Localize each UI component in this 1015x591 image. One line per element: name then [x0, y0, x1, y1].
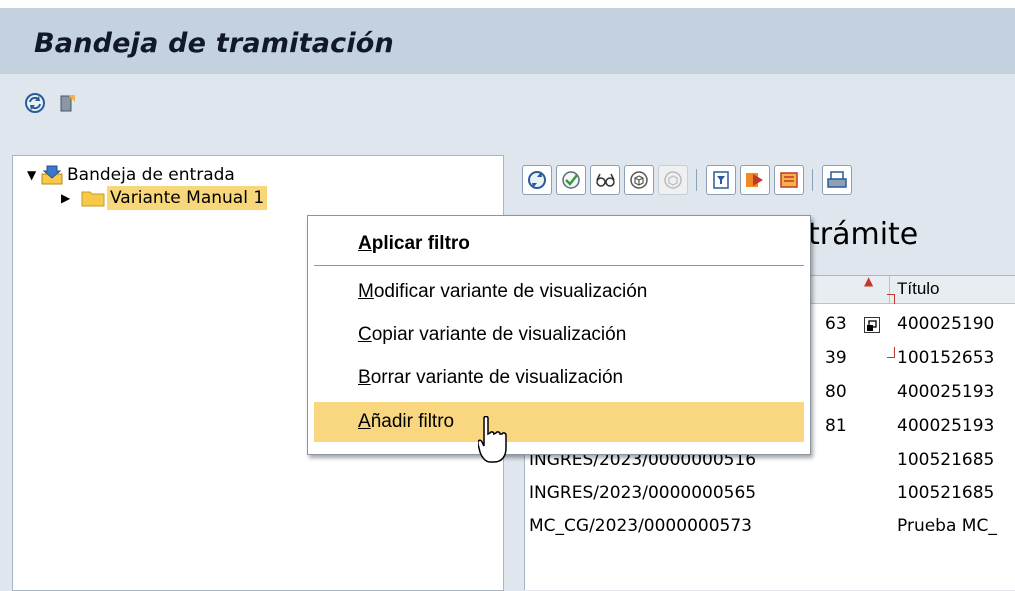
menu-item-borrar-variante[interactable]: Borrar variante de visualización: [314, 358, 804, 398]
inbox-icon: [41, 165, 63, 185]
object-disabled-button[interactable]: [658, 165, 688, 195]
cell-id: 81: [825, 416, 847, 436]
expand-right-icon[interactable]: ▶: [61, 186, 70, 210]
cell-id: 63: [825, 314, 847, 334]
cell-id: INGRES/2023/0000000565: [529, 483, 757, 503]
cube-icon: [630, 171, 648, 189]
menu-item-label: ñadir filtro: [370, 411, 455, 432]
cell-title: 400025193: [897, 382, 995, 402]
exit-icon[interactable]: [56, 92, 78, 114]
context-menu: Aplicar filtro Modificar variante de vis…: [307, 215, 811, 455]
filter-button[interactable]: [706, 165, 736, 195]
menu-item-aplicar-filtro[interactable]: Aplicar filtro: [314, 224, 804, 264]
cell-title: 100152653: [897, 348, 995, 368]
value-help-icon[interactable]: [864, 317, 880, 333]
cell-id: 39: [825, 348, 847, 368]
glasses-icon: [596, 173, 615, 187]
menu-item-label: opiar variante de visualización: [371, 324, 627, 345]
display-button[interactable]: [590, 165, 620, 195]
object-button[interactable]: [624, 165, 654, 195]
focus-corner: [887, 357, 895, 358]
focus-corner: [894, 347, 895, 357]
hand-cursor-icon: [478, 416, 507, 463]
grid-toolbar: [518, 155, 1015, 205]
refresh-icon: [528, 171, 546, 189]
app-toolbar: [0, 74, 1015, 148]
column-divider: [889, 276, 890, 303]
menu-item-mnemonic: M: [358, 281, 374, 302]
cube-disabled-icon: [664, 171, 682, 189]
menu-item-mnemonic: C: [358, 324, 372, 345]
export-button[interactable]: [740, 165, 770, 195]
column-header-titulo[interactable]: Título: [897, 279, 940, 299]
cell-title: Prueba MC_: [897, 516, 997, 536]
toolbar-separator: [812, 169, 813, 191]
cell-title: 100521685: [897, 483, 995, 503]
sign-button[interactable]: [774, 165, 804, 195]
window-top-strip: [0, 0, 1015, 8]
cell-title: 100521685: [897, 450, 995, 470]
sort-ascending-icon[interactable]: ▲: [864, 274, 873, 288]
tree-root-label: Bandeja de entrada: [67, 165, 235, 185]
grid-title: trámite: [808, 217, 919, 252]
printer-icon: [827, 171, 847, 188]
cell-id: 80: [825, 382, 847, 402]
cell-title: 400025193: [897, 416, 995, 436]
forward-icon: [746, 173, 763, 187]
menu-item-mnemonic: A: [358, 411, 371, 432]
menu-separator: [314, 265, 804, 266]
toolbar-separator: [696, 169, 697, 191]
menu-item-anadir-filtro[interactable]: Añadir filtro: [314, 402, 804, 442]
title-bar: Bandeja de tramitación: [0, 8, 1015, 74]
menu-item-copiar-variante[interactable]: Copiar variante de visualización: [314, 315, 804, 355]
refresh-icon[interactable]: [24, 92, 46, 114]
page-title: Bandeja de tramitación: [34, 28, 394, 59]
menu-item-label: orrar variante de visualización: [370, 367, 624, 388]
check-clock-icon: [562, 171, 580, 189]
execute-button[interactable]: [556, 165, 586, 195]
refresh-button[interactable]: [522, 165, 552, 195]
cell-id: MC_CG/2023/0000000573: [529, 516, 752, 536]
menu-item-label: plicar filtro: [371, 233, 470, 254]
filter-icon: [713, 171, 729, 189]
scroll-icon: [780, 172, 798, 188]
focus-corner: [894, 294, 895, 304]
expand-down-icon[interactable]: ▼: [27, 163, 36, 187]
menu-item-mnemonic: A: [358, 233, 372, 254]
menu-item-mnemonic: B: [358, 367, 371, 388]
print-button[interactable]: [822, 165, 852, 195]
menu-item-label: odificar variante de visualización: [373, 281, 648, 302]
tree-child-label: Variante Manual 1: [107, 186, 268, 210]
cell-title: 400025190: [897, 314, 995, 334]
menu-item-modificar-variante[interactable]: Modificar variante de visualización: [314, 272, 804, 312]
folder-icon: [81, 191, 105, 207]
